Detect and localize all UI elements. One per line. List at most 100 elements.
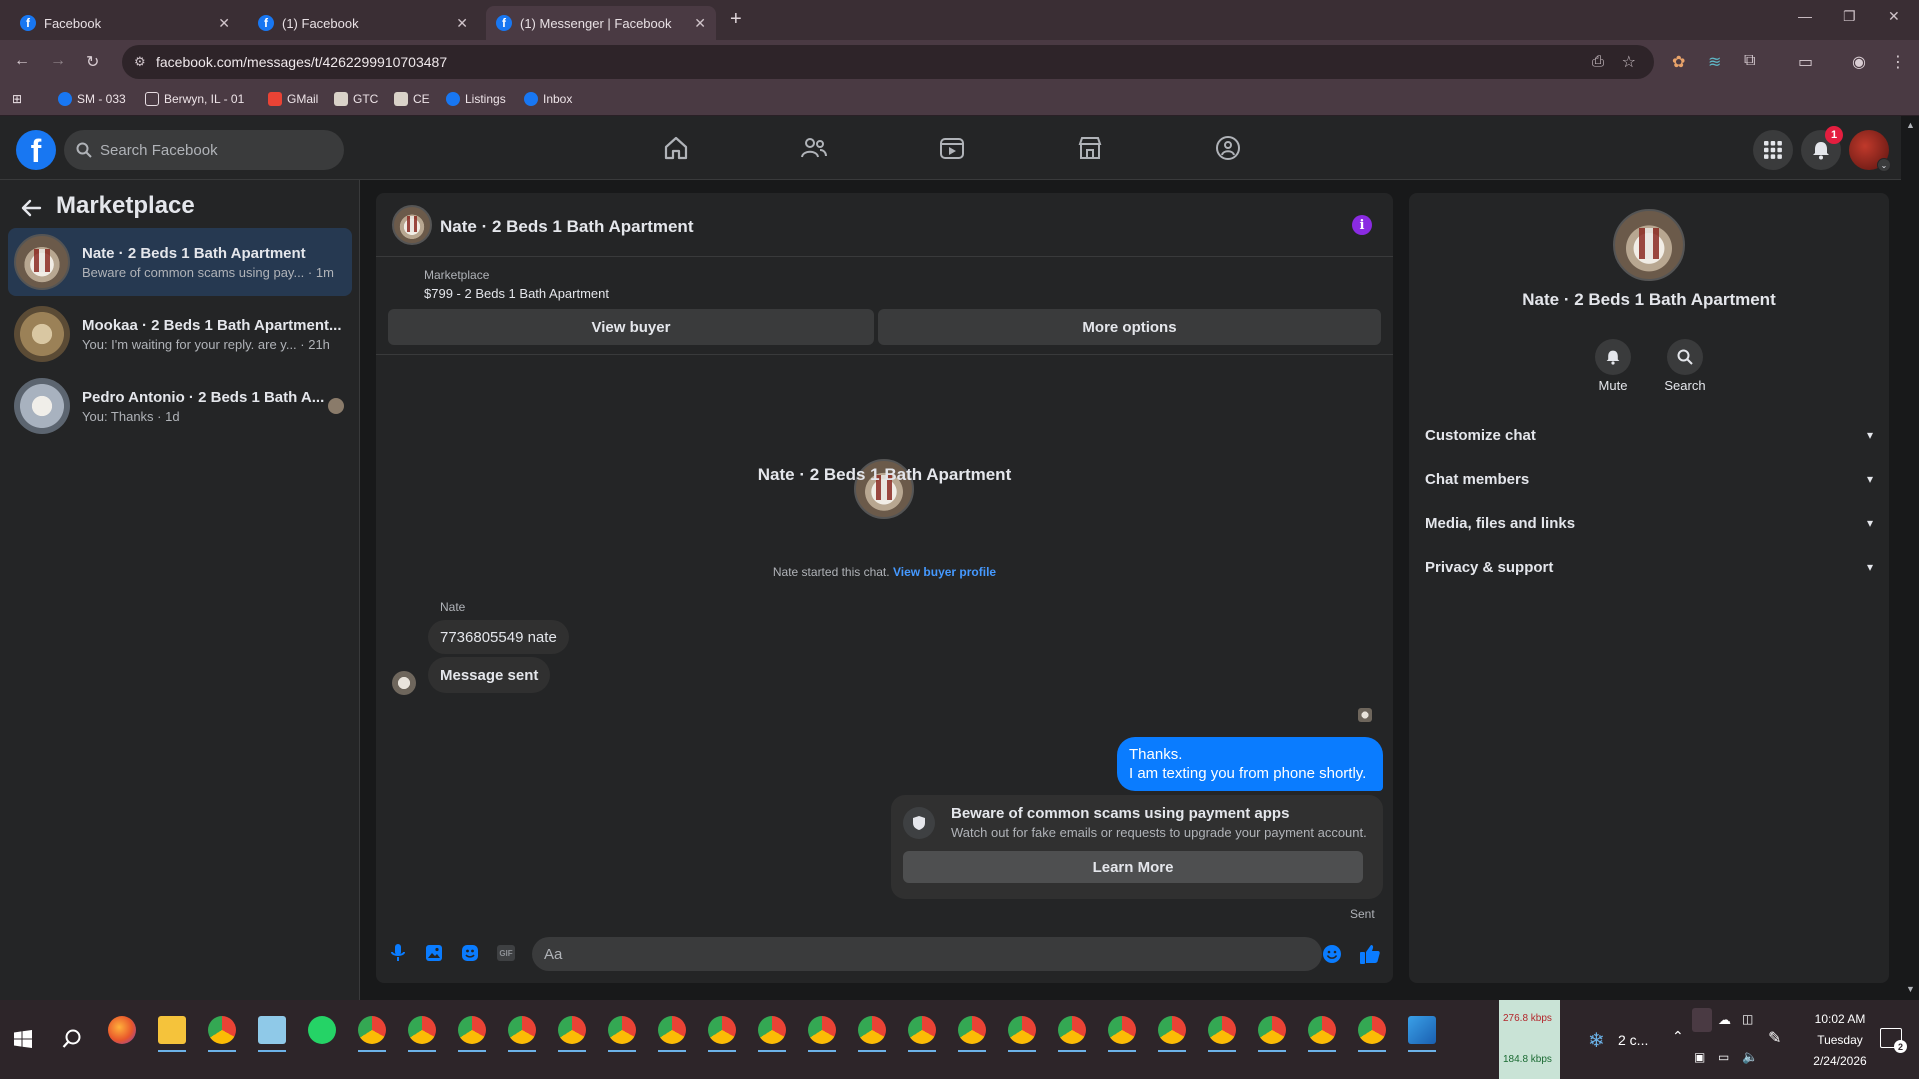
chrome-icon[interactable] [1008, 1016, 1036, 1044]
chrome-icon[interactable] [1308, 1016, 1336, 1044]
chat-header-title[interactable]: Nate · 2 Beds 1 Bath Apartment [440, 217, 693, 237]
scroll-down-icon[interactable]: ▼ [1906, 984, 1915, 994]
chrome-icon[interactable] [458, 1016, 486, 1044]
conversation-item[interactable]: Pedro Antonio · 2 Beds 1 Bath A... You: … [8, 372, 352, 440]
new-tab-icon[interactable]: + [730, 8, 742, 31]
chrome-icon[interactable] [558, 1016, 586, 1044]
incoming-message[interactable]: 7736805549 nate [428, 620, 569, 654]
section-customize-chat[interactable]: Customize chat ▾ [1425, 417, 1873, 453]
chrome-icon[interactable] [958, 1016, 986, 1044]
chrome-icon[interactable] [608, 1016, 636, 1044]
search-conversation-button[interactable] [1667, 339, 1703, 375]
clock-time[interactable]: 10:02 AM [1800, 1012, 1880, 1026]
friends-icon[interactable] [800, 134, 828, 162]
apps-grid-icon[interactable]: ⊞ [12, 92, 22, 106]
incoming-message[interactable]: Message sent [428, 657, 551, 693]
weather-text[interactable]: 2 c... [1618, 1032, 1648, 1048]
menu-grid-button[interactable] [1753, 130, 1793, 170]
address-bar[interactable]: ⚙ facebook.com/messages/t/42622999107034… [122, 45, 1654, 79]
browser-tab[interactable]: f Facebook ✕ [10, 6, 240, 40]
firefox-icon[interactable] [108, 1016, 136, 1044]
info-profile-avatar[interactable] [1613, 209, 1685, 281]
chrome-icon[interactable] [208, 1016, 236, 1044]
install-app-icon[interactable]: ⎙ [1592, 53, 1604, 70]
back-icon[interactable]: ← [14, 52, 30, 70]
emoji-icon[interactable] [1322, 944, 1342, 964]
view-buyer-button[interactable]: View buyer [388, 309, 874, 345]
outgoing-message[interactable]: Thanks. I am texting you from phone shor… [1117, 737, 1383, 791]
restore-icon[interactable]: ❐ [1843, 8, 1856, 25]
chrome-icon[interactable] [708, 1016, 736, 1044]
chrome-icon[interactable] [908, 1016, 936, 1044]
chrome-icon[interactable] [808, 1016, 836, 1044]
chrome-icon[interactable] [1158, 1016, 1186, 1044]
chrome-icon[interactable] [1108, 1016, 1136, 1044]
chat-header-avatar[interactable] [392, 205, 432, 245]
chrome-icon[interactable] [758, 1016, 786, 1044]
more-options-button[interactable]: More options [878, 309, 1381, 345]
camera-icon[interactable]: ◫ [1742, 1012, 1753, 1026]
bookmark-gmail[interactable]: GMail [268, 92, 318, 106]
conversation-item[interactable]: Nate · 2 Beds 1 Bath Apartment Beware of… [8, 228, 352, 296]
facebook-logo-icon[interactable]: f [16, 130, 56, 170]
display-icon[interactable]: ▣ [1694, 1050, 1705, 1064]
scroll-up-icon[interactable]: ▲ [1906, 120, 1915, 130]
chrome-icon[interactable] [408, 1016, 436, 1044]
search-icon[interactable] [62, 1029, 82, 1049]
chrome-icon[interactable] [658, 1016, 686, 1044]
sticker-icon[interactable] [461, 944, 479, 962]
gif-icon[interactable]: GIF [497, 945, 515, 961]
chrome-icon[interactable] [1358, 1016, 1386, 1044]
chevron-up-icon[interactable]: ⌃ [1672, 1028, 1684, 1045]
profile-icon[interactable]: ◉ [1852, 52, 1866, 72]
chrome-icon[interactable] [1258, 1016, 1286, 1044]
extensions-puzzle-icon[interactable]: ⧉ [1744, 52, 1755, 70]
marketplace-icon[interactable] [1076, 134, 1104, 162]
volume-icon[interactable]: 🔈 [1742, 1049, 1758, 1065]
file-explorer-icon[interactable] [158, 1016, 186, 1044]
photo-icon[interactable] [425, 944, 443, 962]
chrome-icon[interactable] [1058, 1016, 1086, 1044]
whatsapp-icon[interactable] [308, 1016, 336, 1044]
back-arrow-icon[interactable] [20, 197, 42, 219]
bookmark-gtc[interactable]: GTC [334, 92, 378, 106]
onedrive-icon[interactable]: ☁ [1718, 1012, 1731, 1028]
bookmark-listings[interactable]: Listings [446, 92, 506, 106]
snowflake-weather-icon[interactable]: ❄ [1588, 1028, 1605, 1053]
home-icon[interactable] [662, 134, 690, 162]
bookmark-folder-berwyn[interactable]: Berwyn, IL - 01 [145, 92, 244, 106]
chrome-icon[interactable] [358, 1016, 386, 1044]
bookmark-ce[interactable]: CE [394, 92, 430, 106]
section-privacy-support[interactable]: Privacy & support ▾ [1425, 549, 1873, 585]
notifications-button[interactable]: 1 [1801, 126, 1843, 170]
extension-icon[interactable]: ≋ [1708, 52, 1721, 72]
close-tab-icon[interactable]: ✕ [694, 15, 706, 32]
facebook-search-input[interactable]: Search Facebook [64, 130, 344, 170]
thumbs-up-icon[interactable] [1359, 943, 1381, 965]
bookmark-inbox[interactable]: Inbox [524, 92, 572, 106]
section-media-files-links[interactable]: Media, files and links ▾ [1425, 505, 1873, 541]
account-avatar[interactable]: ⌄ [1849, 130, 1891, 172]
minimize-icon[interactable]: — [1798, 8, 1812, 24]
message-input[interactable]: Aa [532, 937, 1322, 971]
microphone-icon[interactable] [390, 943, 406, 963]
chrome-icon[interactable] [1208, 1016, 1236, 1044]
close-tab-icon[interactable]: ✕ [218, 15, 230, 32]
bookmark-sm-033[interactable]: SM - 033 [58, 92, 126, 106]
reload-icon[interactable]: ↻ [86, 52, 99, 72]
side-panel-icon[interactable]: ▭ [1798, 52, 1813, 72]
conversation-item[interactable]: Mookaa · 2 Beds 1 Bath Apartment... You:… [8, 300, 352, 368]
close-window-icon[interactable]: ✕ [1888, 8, 1900, 25]
browser-tab[interactable]: f (1) Facebook ✕ [248, 6, 478, 40]
photos-icon[interactable] [1408, 1016, 1436, 1044]
bookmark-star-icon[interactable]: ☆ [1622, 52, 1636, 72]
mute-button[interactable] [1595, 339, 1631, 375]
browser-tab-active[interactable]: f (1) Messenger | Facebook ✕ [486, 6, 716, 40]
pen-tray-icon[interactable]: ✎ [1768, 1028, 1781, 1048]
menu-kebab-icon[interactable]: ⋮ [1890, 52, 1906, 72]
notification-center-icon[interactable]: 2 [1880, 1028, 1907, 1053]
close-tab-icon[interactable]: ✕ [456, 15, 468, 32]
info-icon[interactable]: i [1352, 215, 1372, 235]
learn-more-button[interactable]: Learn More [903, 851, 1363, 883]
extension-icon[interactable]: ✿ [1672, 52, 1685, 72]
